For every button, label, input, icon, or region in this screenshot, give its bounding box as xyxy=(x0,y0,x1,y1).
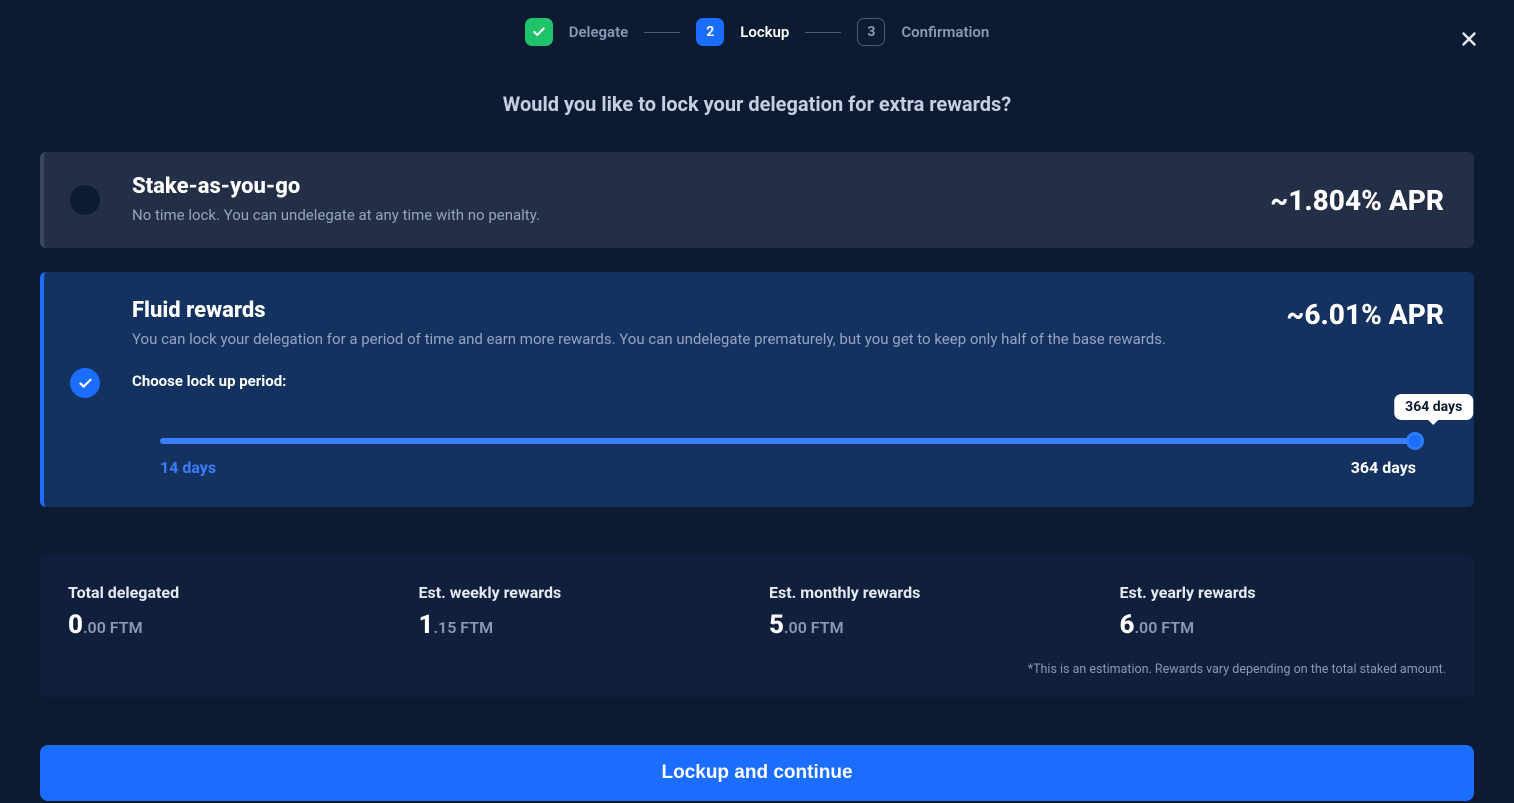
option-desc: You can lock your delegation for a perio… xyxy=(132,329,1266,350)
slider-max-label: 364 days xyxy=(1351,458,1416,477)
summary-yearly: Est. yearly rewards 6.00 FTM xyxy=(1120,583,1447,640)
option-title: Fluid rewards xyxy=(132,298,1266,323)
summary-weekly: Est. weekly rewards 1.15 FTM xyxy=(419,583,746,640)
option-stake-as-you-go[interactable]: Stake-as-you-go No time lock. You can un… xyxy=(40,152,1474,248)
step-2-label: Lockup xyxy=(740,23,789,41)
lockup-slider[interactable]: 364 days 14 days 364 days xyxy=(132,438,1444,477)
step-divider xyxy=(644,32,680,33)
summary-label: Est. weekly rewards xyxy=(419,583,746,602)
summary-rest: .15 FTM xyxy=(434,618,494,637)
summary-label: Total delegated xyxy=(68,583,395,602)
summary-monthly: Est. monthly rewards 5.00 FTM xyxy=(769,583,1096,640)
stepper: Delegate 2 Lockup 3 Confirmation xyxy=(0,0,1514,46)
close-icon xyxy=(1458,28,1480,50)
choose-lockup-label: Choose lock up period: xyxy=(132,372,1444,390)
step-2-badge: 2 xyxy=(696,18,724,46)
step-3-badge: 3 xyxy=(857,18,885,46)
option-title: Stake-as-you-go xyxy=(132,174,1250,199)
option-apr: ~1.804% APR xyxy=(1270,184,1444,217)
summary-big: 0 xyxy=(68,610,83,640)
step-1-label: Delegate xyxy=(569,23,629,41)
radio-selected[interactable] xyxy=(70,368,100,398)
summary-rest: .00 FTM xyxy=(784,618,844,637)
option-fluid-rewards[interactable]: Fluid rewards You can lock your delegati… xyxy=(40,272,1474,507)
summary-rest: .00 FTM xyxy=(1135,618,1195,637)
check-icon xyxy=(78,376,93,391)
summary-rest: .00 FTM xyxy=(83,618,143,637)
slider-min-label: 14 days xyxy=(160,458,216,477)
summary-label: Est. monthly rewards xyxy=(769,583,1096,602)
option-desc: No time lock. You can undelegate at any … xyxy=(132,205,1250,226)
summary-total-delegated: Total delegated 0.00 FTM xyxy=(68,583,395,640)
slider-thumb[interactable] xyxy=(1406,432,1424,450)
check-icon xyxy=(532,25,546,39)
radio-unselected[interactable] xyxy=(70,185,100,215)
lockup-continue-button[interactable]: Lockup and continue xyxy=(40,745,1474,801)
option-apr: ~6.01% APR xyxy=(1286,298,1444,331)
summary-big: 6 xyxy=(1120,610,1135,640)
rewards-summary: Total delegated 0.00 FTM Est. weekly rew… xyxy=(40,555,1474,697)
summary-disclaimer: *This is an estimation. Rewards vary dep… xyxy=(68,662,1446,677)
close-button[interactable] xyxy=(1458,28,1480,54)
step-3-label: Confirmation xyxy=(901,23,989,41)
summary-big: 5 xyxy=(769,610,784,640)
page-headline: Would you like to lock your delegation f… xyxy=(0,92,1514,116)
summary-big: 1 xyxy=(419,610,434,640)
step-divider xyxy=(805,32,841,33)
slider-value-tooltip: 364 days xyxy=(1394,394,1473,420)
step-1-badge xyxy=(525,18,553,46)
slider-track[interactable] xyxy=(160,438,1416,444)
summary-label: Est. yearly rewards xyxy=(1120,583,1447,602)
